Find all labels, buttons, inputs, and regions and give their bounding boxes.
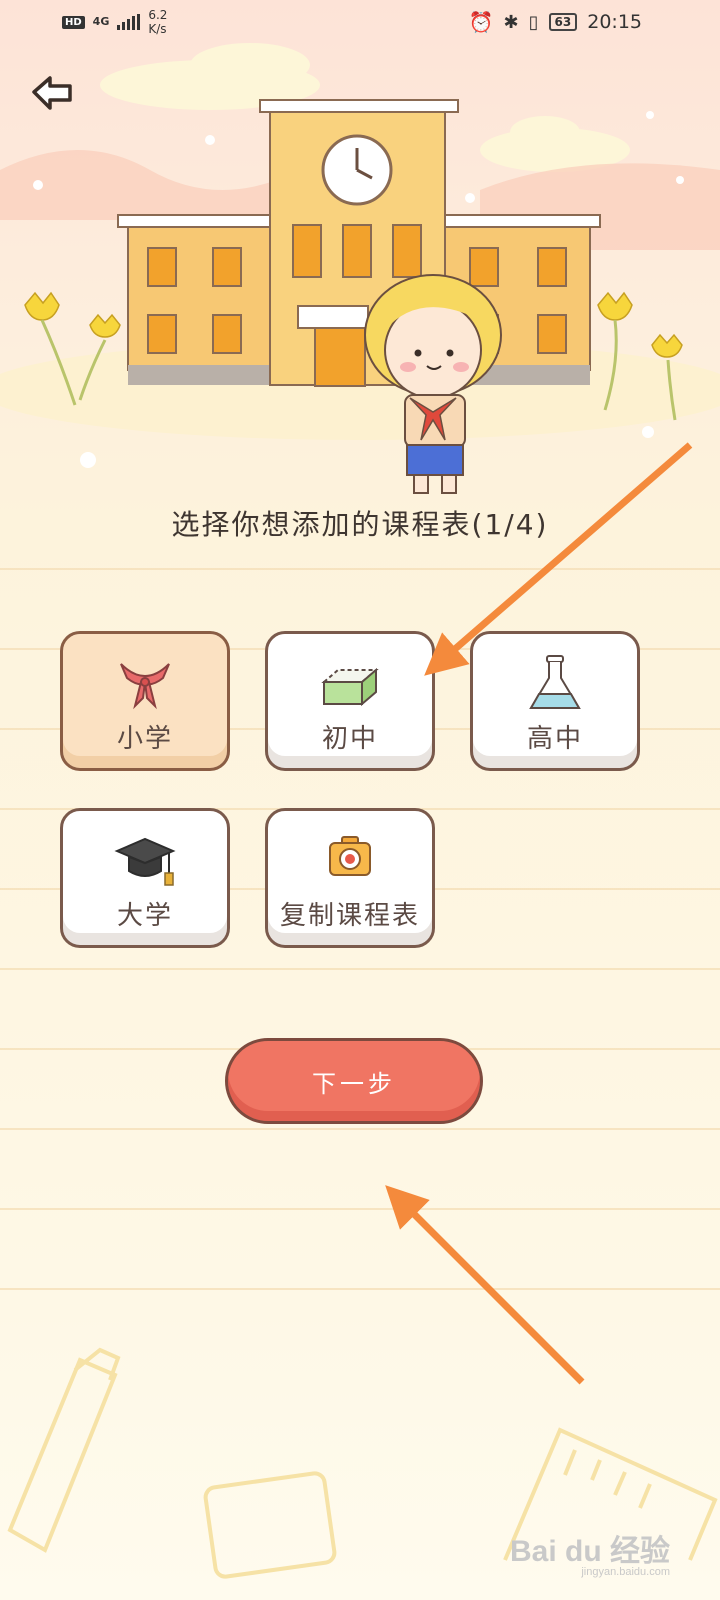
option-label: 初中 <box>321 724 378 754</box>
option-label: 高中 <box>526 724 583 754</box>
graduation-cap-icon <box>114 837 176 886</box>
next-step-button[interactable]: 下一步 <box>225 1038 483 1124</box>
back-button[interactable] <box>30 70 76 116</box>
option-label: 小学 <box>116 724 173 754</box>
option-senior-high[interactable]: 高中 <box>470 631 640 771</box>
option-university[interactable]: 大学 <box>60 808 230 948</box>
page-title: 选择你想添加的课程表(1/4) <box>171 508 549 541</box>
school-illustration <box>0 43 720 494</box>
option-label: 复制课程表 <box>279 901 420 931</box>
option-label: 大学 <box>116 901 173 931</box>
watermark-brand: Bai du 经验 <box>509 1535 670 1568</box>
option-junior-high[interactable]: 初中 <box>265 631 435 771</box>
flask-icon <box>529 655 581 709</box>
baidu-watermark: Bai du 经验 jingyan.baidu.com <box>510 1526 670 1578</box>
option-copy-schedule[interactable]: 复制课程表 <box>265 808 435 948</box>
camera-icon <box>329 836 371 876</box>
red-scarf-icon <box>120 663 170 710</box>
option-primary-school[interactable]: 小学 <box>60 631 230 771</box>
eraser-icon <box>321 667 379 707</box>
